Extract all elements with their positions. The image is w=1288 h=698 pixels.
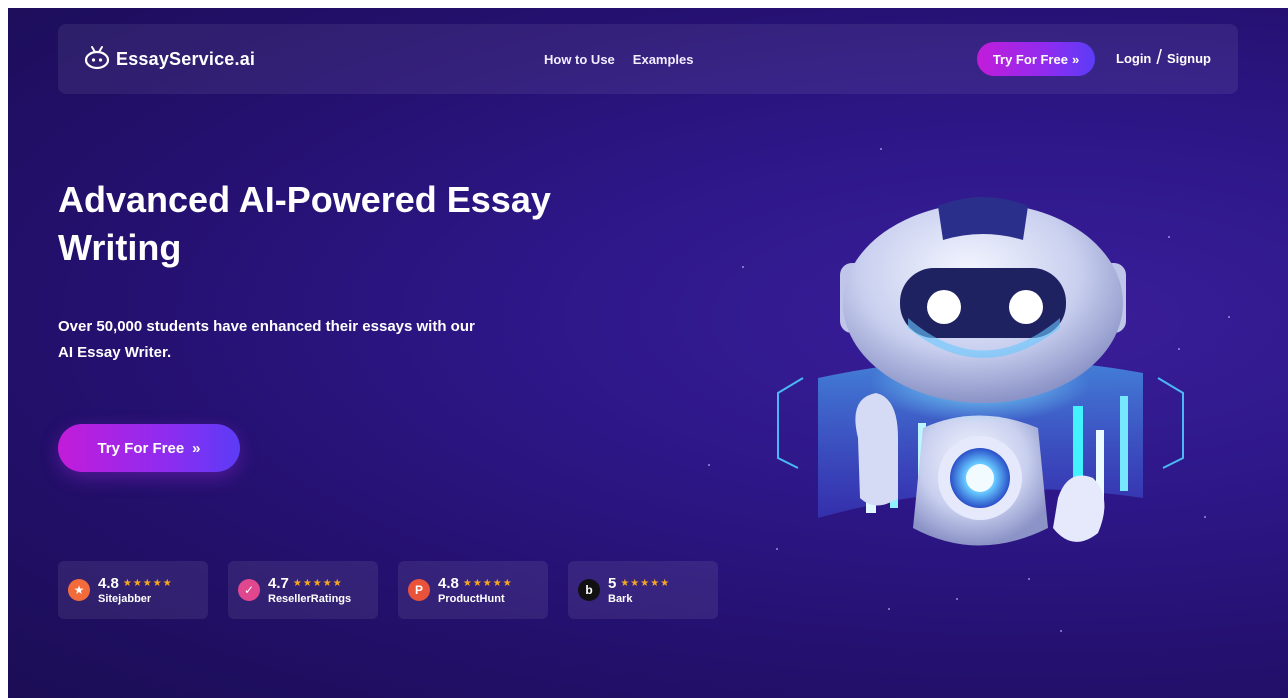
background-star-icon [708, 464, 710, 466]
rating-card-bark[interactable]: b 5 ★★★★★ Bark [568, 561, 718, 619]
hero-cta-label: Try For Free [97, 439, 185, 457]
producthunt-icon: P [408, 579, 430, 601]
robot-illustration [777, 197, 1184, 546]
login-separator: / [1156, 47, 1162, 69]
double-chevron-right-icon: » [1071, 51, 1080, 67]
ratings-row: ★ 4.8 ★★★★★ Sitejabber ✓ 4.7 ★★★★★ Resel… [58, 561, 718, 619]
rating-source: ResellerRatings [268, 593, 352, 605]
hero-subtitle: Over 50,000 students have enhanced their… [58, 314, 598, 366]
rating-score: 5 [608, 575, 617, 592]
login-signup: Login / Signup [1116, 47, 1211, 69]
brand-name: EssayService.ai [116, 48, 256, 69]
rating-score: 4.8 [438, 575, 459, 592]
login-link[interactable]: Login [1116, 51, 1151, 66]
signup-link[interactable]: Signup [1167, 51, 1211, 66]
hero-subtitle-line-1: Over 50,000 students have enhanced their… [58, 318, 475, 335]
rating-source: Bark [608, 593, 633, 605]
header-try-for-free-button[interactable]: Try For Free » [977, 42, 1095, 76]
background-star-icon [1228, 316, 1230, 318]
rating-score: 4.8 [98, 575, 119, 592]
background-star-icon [888, 608, 890, 610]
header-try-label: Try For Free [992, 51, 1068, 67]
background-star-icon [742, 266, 744, 268]
background-star-icon [1060, 630, 1062, 632]
rating-card-resellerratings[interactable]: ✓ 4.7 ★★★★★ ResellerRatings [228, 561, 378, 619]
hero-page: EssayService.ai How to Use Examples Try … [8, 8, 1288, 698]
rating-card-producthunt[interactable]: P 4.8 ★★★★★ ProductHunt [398, 561, 548, 619]
top-navbar: EssayService.ai How to Use Examples Try … [58, 24, 1238, 94]
hero-title-line-2: Writing [58, 227, 182, 268]
robot-logo-icon [84, 44, 110, 75]
background-star-icon [880, 148, 882, 150]
brand-logo[interactable]: EssayService.ai [84, 42, 255, 76]
hero-title: Advanced AI-Powered Essay Writing [58, 176, 678, 272]
main-nav: How to Use Examples [544, 52, 694, 67]
five-stars-icon: ★★★★★ [462, 578, 513, 589]
resellerratings-icon: ✓ [238, 579, 260, 601]
rating-card-sitejabber[interactable]: ★ 4.8 ★★★★★ Sitejabber [58, 561, 208, 619]
five-stars-icon: ★★★★★ [292, 578, 343, 589]
five-stars-icon: ★★★★★ [620, 578, 671, 589]
double-chevron-right-icon: » [192, 439, 201, 457]
hero-subtitle-line-2: AI Essay Writer. [58, 344, 172, 361]
bark-icon: b [578, 579, 600, 601]
rating-source: ProductHunt [438, 593, 505, 605]
hero-title-line-1: Advanced AI-Powered Essay [58, 179, 551, 220]
nav-how-to-use[interactable]: How to Use [544, 52, 615, 67]
five-stars-icon: ★★★★★ [122, 578, 173, 589]
background-star-icon [956, 598, 958, 600]
sitejabber-icon: ★ [68, 579, 90, 601]
nav-examples[interactable]: Examples [633, 52, 694, 67]
rating-source: Sitejabber [98, 593, 152, 605]
hero-try-for-free-button[interactable]: Try For Free » [58, 424, 240, 472]
rating-score: 4.7 [268, 575, 289, 592]
